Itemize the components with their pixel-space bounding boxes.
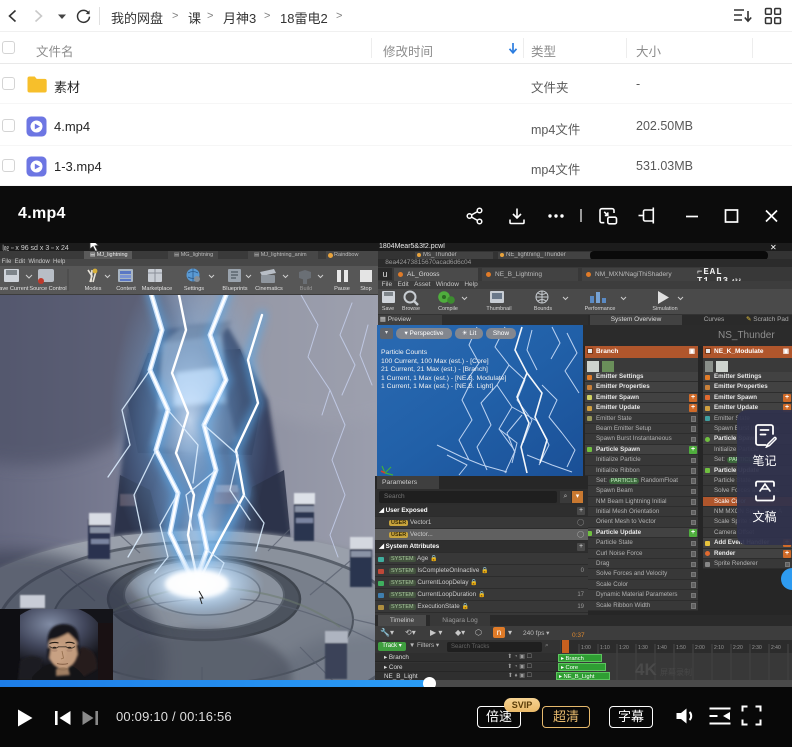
svg-text:1:10: 1:10 bbox=[600, 645, 610, 651]
svg-text:Save Current: Save Current bbox=[0, 286, 29, 292]
svg-text:2:20: 2:20 bbox=[733, 645, 743, 651]
svg-text:2:00: 2:00 bbox=[695, 645, 705, 651]
svg-text:BIueprints: BIueprints bbox=[222, 286, 247, 292]
svg-text:Cinematics: Cinematics bbox=[255, 286, 283, 292]
svg-text:Simulation: Simulation bbox=[652, 306, 677, 312]
svg-text:1:40: 1:40 bbox=[657, 645, 667, 651]
svg-text:Performance: Performance bbox=[585, 306, 616, 312]
svg-text:Bounds: Bounds bbox=[534, 306, 553, 312]
svg-text:Build: Build bbox=[300, 286, 312, 292]
svg-text:Settings: Settings bbox=[184, 286, 204, 292]
svg-text:Thumbnail: Thumbnail bbox=[486, 306, 511, 312]
svg-text:Save: Save bbox=[382, 306, 394, 312]
svg-text:Marketplace: Marketplace bbox=[142, 286, 172, 292]
svg-text:Browse: Browse bbox=[402, 306, 420, 312]
svg-text:1:00: 1:00 bbox=[581, 645, 591, 651]
svg-text:4K: 4K bbox=[635, 660, 657, 679]
svg-text:Content: Content bbox=[116, 286, 136, 292]
svg-text:2:10: 2:10 bbox=[714, 645, 724, 651]
svg-text:Source Control: Source Control bbox=[29, 286, 66, 292]
svg-text:1:20: 1:20 bbox=[619, 645, 629, 651]
svg-text:Stop: Stop bbox=[360, 286, 372, 292]
svg-text:2:40: 2:40 bbox=[771, 645, 781, 651]
svg-text:1:50: 1:50 bbox=[676, 645, 686, 651]
svg-text:屏幕录制: 屏幕录制 bbox=[660, 667, 692, 677]
svg-text:2:30: 2:30 bbox=[752, 645, 762, 651]
svg-text:1:30: 1:30 bbox=[638, 645, 648, 651]
svg-text:Modes: Modes bbox=[85, 286, 102, 292]
svg-text:Pause: Pause bbox=[334, 286, 350, 292]
svg-text:Compile: Compile bbox=[438, 306, 458, 312]
